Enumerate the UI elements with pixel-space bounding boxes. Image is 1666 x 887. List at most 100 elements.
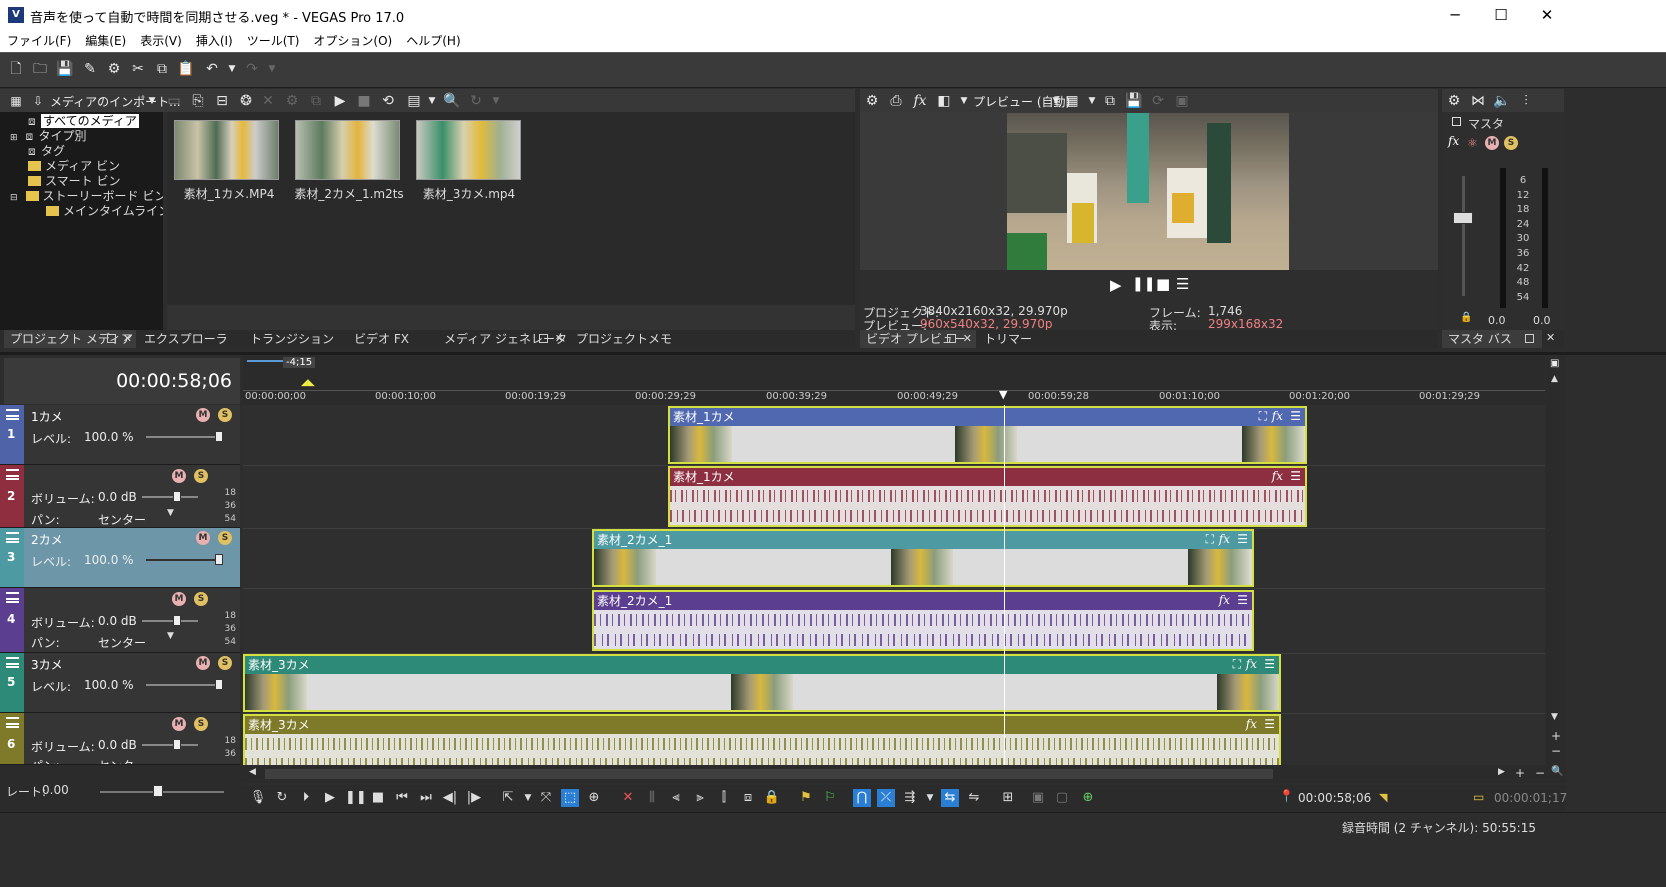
track-header-6[interactable]: 6 M S ボリューム: 0.0 dB パン: センター 1836 — [0, 713, 240, 765]
clip-menu-icon[interactable]: ☰ — [1237, 593, 1248, 607]
pause-icon[interactable]: ❚❚ — [345, 789, 367, 807]
menu-tools[interactable]: ツール(T) — [240, 30, 307, 49]
preview-play-icon[interactable]: ▶ — [330, 91, 350, 111]
undo-icon[interactable]: ↶ — [202, 59, 222, 79]
cut-icon[interactable]: ✂ — [128, 59, 148, 79]
copy-icon[interactable]: ⧉ — [152, 59, 172, 79]
level-slider[interactable] — [146, 559, 222, 561]
downmix-icon[interactable]: ⋈ — [1468, 91, 1488, 111]
preview-stop-button[interactable]: ■ — [1156, 275, 1170, 293]
overlays-grid-icon[interactable]: ▦ — [1062, 91, 1082, 111]
solo-icon[interactable]: S — [218, 531, 232, 545]
ungroup-icon[interactable]: ▢ — [1053, 789, 1071, 807]
edit-tool-dropdown-icon[interactable]: ▼ — [519, 789, 537, 807]
close-window-button[interactable]: ✕ — [1524, 0, 1570, 30]
redo-dropdown-icon[interactable]: ▼ — [262, 59, 282, 79]
master-phase-icon[interactable]: ⚛ — [1467, 136, 1478, 150]
tab-video-fx[interactable]: ビデオ FX — [348, 330, 436, 348]
refresh-icon[interactable]: ↻ — [466, 91, 486, 111]
clip-menu-icon[interactable]: ☰ — [1290, 469, 1301, 483]
paste-icon[interactable]: 📋 — [176, 59, 196, 79]
timeline-divider[interactable] — [0, 352, 1666, 355]
split-dropdown-icon[interactable]: ▼ — [954, 91, 974, 111]
maximize-button[interactable]: ☐ — [1478, 0, 1524, 30]
preview-device-icon[interactable]: ⎙ — [886, 91, 906, 111]
tab-transitions[interactable]: トランジション — [244, 330, 346, 348]
tab-media-generators[interactable]: メディア ジェネレータ ✕ — [438, 330, 568, 348]
level-slider-knob[interactable] — [215, 679, 223, 690]
track-header-5[interactable]: 5 3カメ M S レベル: 100.0 % — [0, 653, 240, 713]
master-settings-gear-icon[interactable]: ⚙ — [1444, 91, 1464, 111]
lock-event-icon[interactable]: 🔒 — [763, 789, 781, 807]
envelope-tool-icon[interactable]: ⤧ — [537, 789, 555, 807]
ignore-grouping-icon[interactable]: ⧈ — [739, 789, 757, 807]
properties-gear-icon[interactable]: ⚙ — [104, 59, 124, 79]
tab-video-preview[interactable]: ビデオ プレビュー ✕ — [860, 330, 976, 348]
menu-options[interactable]: オプション(O) — [306, 30, 399, 49]
volume-slider-knob[interactable] — [173, 615, 181, 626]
media-fx-icon[interactable]: ❂ — [236, 91, 256, 111]
pan-crop-icon[interactable]: ⛶ — [1259, 409, 1267, 424]
views-dropdown-icon[interactable]: ▼ — [422, 91, 442, 111]
trim-start-icon[interactable]: ⫷ — [667, 789, 685, 807]
preview-extra-icon[interactable]: ▣ — [1172, 91, 1192, 111]
auto-ripple-icon[interactable]: ⇋ — [965, 789, 983, 807]
timeline-options-icon[interactable]: ▣ — [1550, 358, 1559, 369]
media-file-name-2[interactable]: 素材_2カメ_1.m2ts — [289, 185, 409, 202]
zoom-out-vertical-icon[interactable]: − — [1551, 744, 1561, 758]
add-track-icon[interactable]: ⊕ — [1079, 789, 1097, 807]
stop-icon[interactable]: ■ — [369, 789, 387, 807]
timeline-ruler[interactable]: -4;15 ◢◣ 00:00:00;00 00:00:10;00 00:00:1… — [243, 356, 1545, 404]
menu-view[interactable]: 表示(V) — [133, 30, 189, 49]
views-icon[interactable]: ▤ — [404, 91, 424, 111]
clip-menu-icon[interactable]: ☰ — [1264, 657, 1275, 671]
video-clip-3[interactable]: 素材_3カメ ⛶ fx ☰ — [243, 654, 1281, 712]
video-clip-2[interactable]: 素材_2カメ_1 ⛶ fx ☰ — [592, 529, 1254, 587]
play-from-start-icon[interactable]: ⏵ — [297, 789, 315, 807]
event-fx-icon[interactable]: fx — [1219, 593, 1230, 607]
master-checkbox[interactable] — [1452, 117, 1461, 126]
capture-icon[interactable]: ▭ — [164, 91, 184, 111]
track-menu-icon[interactable] — [6, 469, 19, 480]
split-icon[interactable]: ⫿ — [715, 789, 733, 807]
zoom-out-horizontal-icon[interactable]: − — [1535, 766, 1545, 780]
volume-slider[interactable] — [142, 496, 198, 498]
undo-dropdown-icon[interactable]: ▼ — [222, 59, 242, 79]
copy-snapshot-icon[interactable]: ⧉ — [1100, 91, 1120, 111]
volume-slider-knob[interactable] — [173, 491, 181, 502]
track-header-1[interactable]: 1 1カメ M S レベル: 100.0 % — [0, 405, 240, 465]
save-as-icon[interactable]: ✎ — [80, 59, 100, 79]
level-slider-knob[interactable] — [215, 554, 223, 565]
event-fx-icon[interactable]: fx — [1272, 409, 1283, 423]
level-slider[interactable] — [146, 436, 222, 438]
trim-icon[interactable]: ⫼ — [643, 789, 661, 807]
media-file-name-1[interactable]: 素材_1カメ.MP4 — [169, 185, 289, 202]
lock-envelopes-icon[interactable]: ⇆ — [941, 789, 959, 807]
get-media-icon[interactable]: ⎘ — [188, 91, 208, 111]
new-project-icon[interactable]: 🗋 — [6, 59, 26, 79]
event-fx-icon[interactable]: fx — [1246, 657, 1257, 671]
search-media-icon[interactable]: 🔍 — [442, 91, 462, 111]
import-dropdown-icon[interactable]: ▼ — [142, 91, 162, 111]
master-fx-icon[interactable]: fx — [1448, 134, 1459, 148]
tree-item-media-bin[interactable]: メディア ビン — [10, 159, 170, 174]
scroll-left-icon[interactable]: ◀ — [249, 767, 256, 777]
solo-icon[interactable]: S — [218, 656, 232, 670]
tree-item-by-type[interactable]: ⊞ ⧈ タイプ別 — [10, 129, 170, 144]
auto-crossfade-icon[interactable]: ⤫ — [877, 789, 895, 807]
media-thumb-3[interactable] — [416, 120, 521, 180]
refresh-dropdown-icon[interactable]: ▼ — [486, 91, 506, 111]
scroll-down-icon[interactable]: ▼ — [1551, 712, 1558, 722]
selection-tool-icon[interactable]: ⬚ — [561, 789, 579, 807]
go-to-end-icon[interactable]: ⏭ — [417, 789, 435, 807]
minimize-button[interactable]: ─ — [1432, 0, 1478, 30]
event-fx-icon[interactable]: fx — [1219, 532, 1230, 546]
open-folder-icon[interactable]: 🗀 — [30, 59, 50, 79]
track-menu-icon[interactable] — [6, 717, 19, 728]
close-master-tab-icon[interactable]: ✕ — [1546, 331, 1555, 344]
delete-icon[interactable]: ✕ — [619, 789, 637, 807]
menu-file[interactable]: ファイル(F) — [0, 30, 78, 49]
zoom-in-horizontal-icon[interactable]: + — [1515, 766, 1525, 780]
clip-menu-icon[interactable]: ☰ — [1237, 532, 1248, 546]
mute-icon[interactable]: M — [196, 408, 210, 422]
